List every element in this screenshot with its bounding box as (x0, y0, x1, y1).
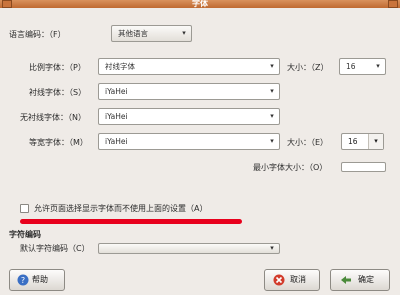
monospace-size-label: 大小：（E） (287, 138, 329, 147)
proportional-value: 衬线字体 (105, 62, 135, 71)
ok-label: 确定 (358, 275, 374, 284)
monospace-size-select[interactable]: 16 ▾ (341, 133, 384, 150)
cancel-button[interactable]: 取消 (264, 269, 320, 291)
language-select[interactable]: 其他语言 ▾ (111, 25, 192, 42)
ok-icon (341, 276, 351, 284)
chevron-down-icon: ▾ (270, 62, 274, 70)
sans-serif-value: iYaHei (105, 112, 128, 121)
default-charset-select[interactable]: ▾ (98, 243, 280, 254)
minimum-size-field[interactable] (341, 162, 386, 172)
language-label: 语言编码：（F） (9, 30, 66, 39)
chevron-down-icon: ▾ (270, 137, 274, 145)
proportional-size-value: 16 (346, 62, 356, 71)
language-value: 其他语言 (118, 29, 148, 38)
allow-pages-fonts-checkbox[interactable] (20, 204, 29, 213)
serif-font-select[interactable]: iYaHei ▾ (98, 83, 280, 100)
chevron-down-icon: ▾ (368, 134, 383, 149)
chevron-down-icon: ▾ (270, 87, 274, 95)
proportional-label: 比例字体：（P） (29, 63, 86, 72)
help-icon: ? (17, 274, 29, 286)
sans-serif-font-select[interactable]: iYaHei ▾ (98, 108, 280, 125)
proportional-size-label: 大小：（Z） (287, 63, 329, 72)
monospace-size-value: 16 (348, 137, 358, 146)
chevron-down-icon: ▾ (376, 62, 380, 70)
ok-button[interactable]: 确定 (330, 269, 390, 291)
cancel-label: 取消 (290, 275, 306, 284)
sans-serif-label: 无衬线字体：（N） (20, 113, 86, 122)
title-bar: 字体 (0, 0, 400, 8)
help-label: 帮助 (32, 275, 48, 284)
help-button[interactable]: ? 帮助 (9, 269, 65, 291)
monospace-label: 等宽字体：（M） (29, 138, 88, 147)
chevron-down-icon: ▾ (270, 244, 274, 252)
chevron-down-icon: ▾ (270, 112, 274, 120)
window-title: 字体 (192, 0, 208, 8)
allow-pages-fonts-label: 允许页面选择显示字体而不使用上面的设置（A） (34, 204, 208, 213)
red-highlight-underline (20, 219, 242, 224)
serif-value: iYaHei (105, 87, 128, 96)
minimum-size-label: 最小字体大小：（O） (253, 163, 328, 172)
chevron-down-icon: ▾ (182, 29, 186, 37)
charset-heading: 字符编码 (9, 230, 41, 239)
serif-label: 衬线字体：（S） (29, 88, 87, 97)
svg-text:?: ? (21, 276, 25, 285)
cancel-icon (273, 274, 285, 286)
proportional-font-select[interactable]: 衬线字体 ▾ (98, 58, 280, 75)
close-icon[interactable] (388, 0, 398, 8)
proportional-size-select[interactable]: 16 ▾ (339, 58, 386, 75)
monospace-value: iYaHei (105, 137, 128, 146)
default-charset-label: 默认字符编码（C） (20, 244, 90, 253)
monospace-font-select[interactable]: iYaHei ▾ (98, 133, 280, 150)
